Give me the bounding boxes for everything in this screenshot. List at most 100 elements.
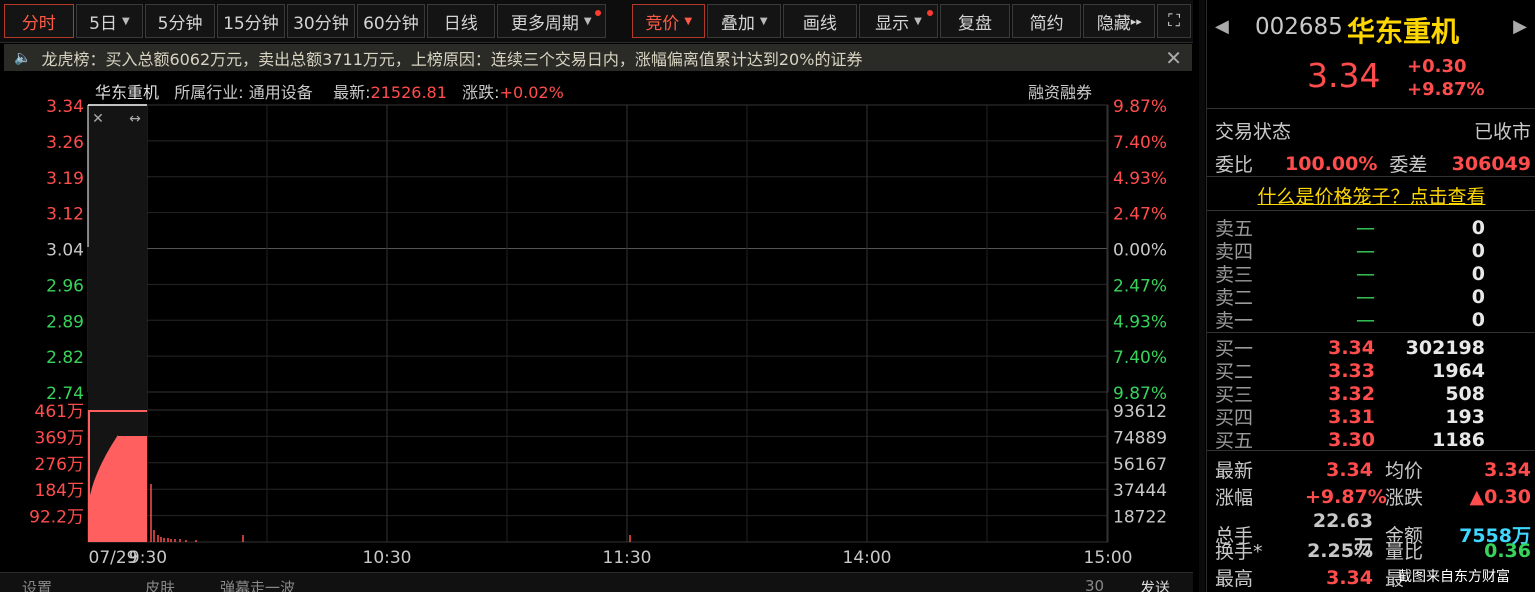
bids-vol: 508 bbox=[1445, 382, 1485, 405]
divider bbox=[1207, 332, 1535, 333]
stat-v2: ▲0.30 bbox=[1469, 485, 1532, 508]
price-cage-link[interactable]: 什么是价格笼子？点击查看 bbox=[1207, 182, 1535, 209]
wc-label: 委差 bbox=[1389, 154, 1428, 176]
stat-l1: 最新 bbox=[1215, 460, 1254, 482]
bids-price: 3.34 bbox=[1328, 336, 1375, 359]
skin-button[interactable]: 皮肤 bbox=[145, 577, 175, 592]
change-percent: +9.87% bbox=[1407, 79, 1485, 100]
danmu-count: 30 bbox=[1085, 577, 1105, 592]
asks-price: — bbox=[1356, 285, 1375, 308]
stat-v1: 2.25% bbox=[1307, 539, 1373, 562]
settings-button[interactable]: 设置 bbox=[22, 577, 52, 592]
volume-right-tick-label: 74889 bbox=[1113, 428, 1167, 448]
stat-l1: 最高 bbox=[1215, 568, 1254, 590]
close-icon[interactable]: ✕ bbox=[92, 111, 104, 127]
prev-stock-icon[interactable]: ◀ bbox=[1215, 16, 1229, 37]
bids-row: 买五 3.30 1186 bbox=[1215, 426, 1531, 453]
asks-vol: 0 bbox=[1471, 216, 1485, 239]
asks-price: — bbox=[1356, 262, 1375, 285]
stat-v1: +9.87% bbox=[1305, 485, 1387, 508]
watermark: 截图来自东方财富 bbox=[1398, 569, 1510, 585]
danmu-input[interactable]: 弹幕走一波 bbox=[220, 577, 295, 592]
pct-tick-label: 7.40% bbox=[1113, 133, 1167, 153]
time-tick-label: 14:00 bbox=[843, 548, 892, 568]
panel-divider[interactable] bbox=[1199, 0, 1205, 592]
margin-trading-label[interactable]: 融资融券 bbox=[1028, 79, 1092, 103]
price-tick-label: 3.04 bbox=[46, 241, 84, 261]
volume-tick-label: 184万 bbox=[35, 481, 84, 501]
wb-value: 100.00% bbox=[1285, 152, 1378, 175]
volume-tick-label: 369万 bbox=[35, 428, 84, 448]
divider bbox=[1207, 450, 1535, 451]
asks-price: — bbox=[1356, 239, 1375, 262]
price-tick-label: 3.34 bbox=[46, 97, 84, 117]
time-tick-label: 9:30 bbox=[129, 548, 167, 568]
industry-value[interactable]: 通用设备 bbox=[249, 83, 313, 102]
divider bbox=[1207, 210, 1535, 211]
divider bbox=[1207, 108, 1535, 109]
pct-tick-label: 9.87% bbox=[1113, 384, 1167, 404]
price-tick-label: 2.74 bbox=[46, 384, 84, 404]
bids-price: 3.33 bbox=[1328, 359, 1375, 382]
pct-tick-label: 4.93% bbox=[1113, 312, 1167, 332]
asks-vol: 0 bbox=[1471, 285, 1485, 308]
stat-v1: 3.34 bbox=[1326, 566, 1373, 589]
stat-l1: 换手* bbox=[1215, 541, 1263, 563]
time-tick-label: 10:30 bbox=[363, 548, 412, 568]
wb-label: 委比 bbox=[1215, 154, 1254, 176]
quote-panel: ◀ 002685 华东重机 ▶ 3.34 +0.30 +9.87% 交易状态 已… bbox=[1206, 0, 1535, 592]
next-stock-icon[interactable]: ▶ bbox=[1513, 16, 1527, 37]
volume-tick-label: 461万 bbox=[35, 402, 84, 422]
bids-vol: 302198 bbox=[1405, 336, 1485, 359]
volume-right-tick-label: 37444 bbox=[1113, 481, 1167, 501]
stat-row: 换手* 2.25% 量比 0.36 bbox=[1215, 537, 1531, 564]
industry-label: 所属行业: bbox=[174, 83, 244, 102]
stat-v2: 0.36 bbox=[1484, 539, 1531, 562]
asks-vol: 0 bbox=[1471, 239, 1485, 262]
pct-tick-label: 9.87% bbox=[1113, 97, 1167, 117]
price-tick-label: 2.96 bbox=[46, 276, 84, 296]
pct-tick-label: 4.93% bbox=[1113, 169, 1167, 189]
order-ratio-row: 委比 100.00% 委差 306049 bbox=[1215, 150, 1531, 177]
status-value: 已收市 bbox=[1473, 121, 1531, 143]
chart-info-bar: 华东重机 所属行业: 通用设备 最新:21526.81 涨跌:+0.02% bbox=[95, 79, 564, 103]
trade-status-row: 交易状态 已收市 bbox=[1215, 117, 1531, 144]
stat-l2: 量比 bbox=[1385, 541, 1424, 563]
pct-tick-label: 7.40% bbox=[1113, 348, 1167, 368]
asks-price: — bbox=[1356, 308, 1375, 331]
price-tick-label: 2.82 bbox=[46, 348, 84, 368]
volume-right-tick-label: 93612 bbox=[1113, 402, 1167, 422]
asks-vol: 0 bbox=[1471, 262, 1485, 285]
volume-right-tick-label: 18722 bbox=[1113, 508, 1167, 528]
time-tick-label: 11:30 bbox=[603, 548, 652, 568]
resize-icon[interactable]: ↔ bbox=[129, 111, 141, 127]
asks-vol: 0 bbox=[1471, 308, 1485, 331]
divider bbox=[1207, 176, 1535, 177]
latest-value: 21526.81 bbox=[370, 83, 447, 102]
time-tick-label: 15:00 bbox=[1084, 548, 1133, 568]
price-tick-label: 3.26 bbox=[46, 133, 84, 153]
change-amount: +0.30 bbox=[1407, 56, 1467, 77]
bottom-bar: 设置 皮肤 弹幕走一波 30 发送 bbox=[0, 572, 1193, 592]
volume-tick-label: 276万 bbox=[35, 455, 84, 475]
send-button[interactable]: 发送 bbox=[1140, 577, 1170, 592]
bids-label: 买五 bbox=[1215, 430, 1254, 452]
asks-label: 卖一 bbox=[1215, 310, 1254, 332]
change-label: 涨跌: bbox=[462, 83, 500, 102]
status-label: 交易状态 bbox=[1215, 121, 1292, 143]
bids-vol: 1186 bbox=[1432, 428, 1485, 451]
asks-row: 卖一 — 0 bbox=[1215, 306, 1531, 333]
auction-volume-edge bbox=[88, 410, 90, 542]
latest-label: 最新: bbox=[333, 83, 371, 102]
stock-name-title: 华东重机 bbox=[1347, 15, 1460, 48]
stat-l1: 涨幅 bbox=[1215, 487, 1254, 509]
pct-tick-label: 2.47% bbox=[1113, 276, 1167, 296]
stat-l2: 均价 bbox=[1385, 460, 1424, 482]
bids-price: 3.30 bbox=[1328, 428, 1375, 451]
pct-tick-label: 0.00% bbox=[1113, 241, 1167, 261]
stat-row: 涨幅 +9.87% 涨跌 ▲0.30 bbox=[1215, 483, 1531, 510]
change-value: +0.02% bbox=[499, 83, 564, 102]
bids-vol: 193 bbox=[1445, 405, 1485, 428]
auction-volume-top bbox=[88, 410, 147, 412]
stat-row: 最新 3.34 均价 3.34 bbox=[1215, 456, 1531, 483]
